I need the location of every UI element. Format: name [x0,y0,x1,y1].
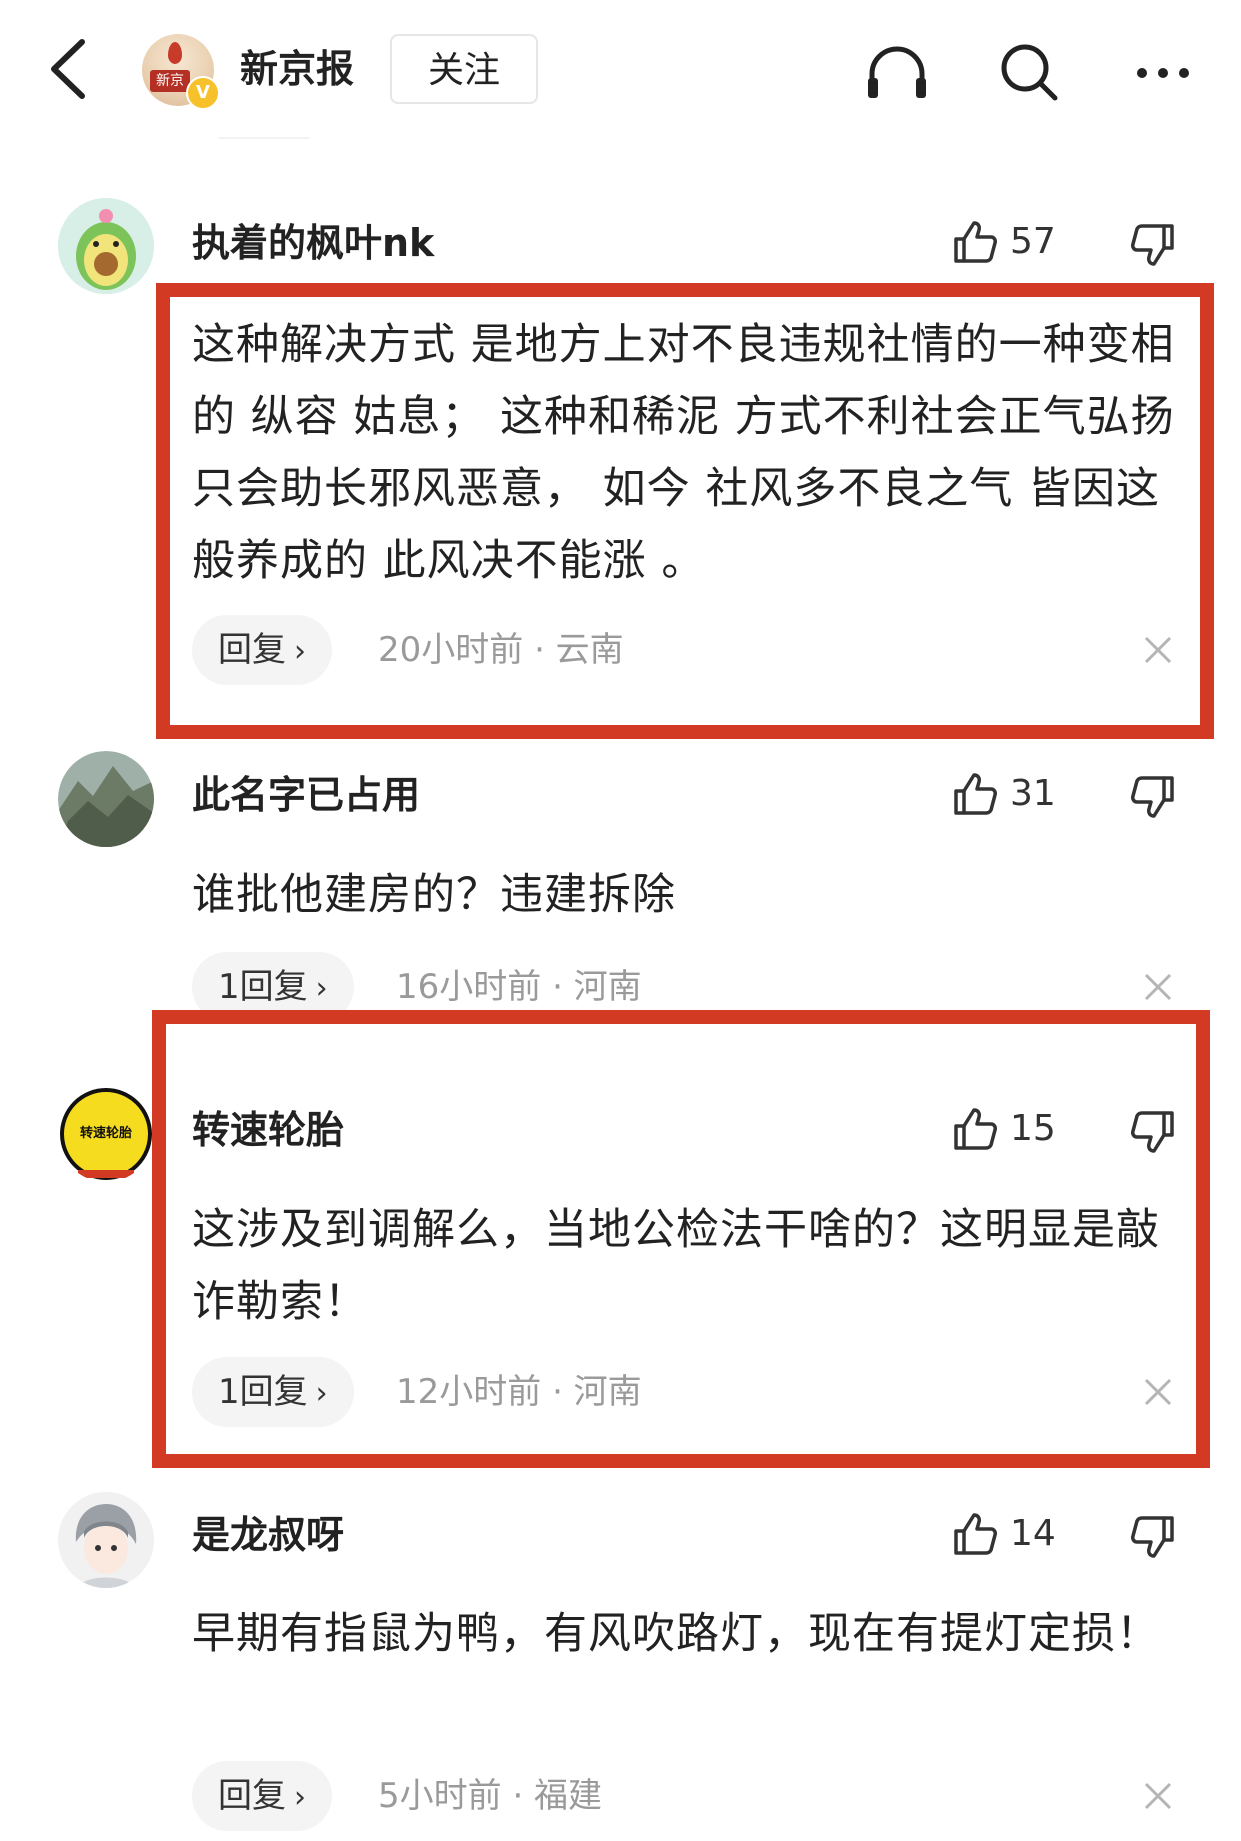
chevron-right-icon: › [294,634,306,669]
search-icon[interactable] [995,38,1065,108]
like-count: 57 [1010,221,1056,262]
reply-button[interactable]: 回复 › [192,1761,332,1831]
reply-label: 1回复 [218,1372,308,1412]
like-icon[interactable] [950,217,1000,267]
comment-meta: 5小时前 · 福建 [378,1776,603,1816]
comment-text: 早期有指鼠为鸭，有风吹路灯，现在有提灯定损！ [192,1609,1160,1659]
avatar[interactable] [58,751,154,847]
comment-meta: 12小时前 · 河南 [396,1372,642,1412]
flame-logo-icon [168,42,182,64]
more-icon[interactable] [1128,38,1198,108]
like-icon[interactable] [950,1104,1000,1154]
comment-item: 执着的枫叶nk 57 这种解决方式 是地方上对不良违规社情的一种变相的 纵容 姑… [0,195,1241,715]
channel-avatar[interactable]: 新京 V [142,34,220,110]
comment-username[interactable]: 执着的枫叶nk [192,218,434,268]
comment-text: 谁批他建房的？违建拆除 [192,870,676,920]
reply-button[interactable]: 1回复 › [192,1357,354,1427]
back-icon[interactable] [42,34,102,104]
avatar[interactable] [58,198,154,294]
reply-label: 回复 [218,1776,286,1816]
top-bar: 新京 V 新京报 关注 [0,0,1241,140]
comment-item: 此名字已占用 31 谁批他建房的？违建拆除 1回复 › 16小时前 · 河南 [0,747,1241,1047]
chevron-right-icon: › [294,1780,306,1815]
close-icon[interactable] [1142,634,1174,666]
channel-avatar-text: 新京 [150,70,190,92]
reply-button[interactable]: 1回复 › [192,952,354,1022]
like-icon[interactable] [950,1509,1000,1559]
dislike-icon[interactable] [1128,220,1178,270]
comment-text: 这涉及到调解么，当地公检法干啥的？这明显是敲诈勒索！ [192,1205,1160,1327]
like-count: 31 [1010,773,1056,814]
like-icon[interactable] [950,769,1000,819]
divider [218,137,310,139]
channel-name[interactable]: 新京报 [240,42,354,96]
chevron-right-icon: › [315,1376,328,1411]
comment-text: 这种解决方式 是地方上对不良违规社情的一种变相的 纵容 姑息； 这种和稀泥 方式… [192,320,1175,586]
close-icon[interactable] [1142,1376,1174,1408]
chevron-right-icon: › [315,971,328,1006]
comment-meta: 16小时前 · 河南 [396,967,642,1007]
vip-badge-icon: V [186,76,220,110]
reply-label: 1回复 [218,967,308,1007]
avatar[interactable]: 转速轮胎 [58,1086,154,1182]
close-icon[interactable] [1142,1780,1174,1812]
avatar-text: 转速轮胎 [79,1126,132,1141]
comment-item: 是龙叔呀 14 早期有指鼠为鸭，有风吹路灯，现在有提灯定损！ 回复 › 5小时前 … [0,1490,1241,1841]
like-count: 15 [1010,1108,1056,1149]
like-count: 14 [1010,1513,1056,1554]
close-icon[interactable] [1142,971,1174,1003]
reply-label: 回复 [218,630,286,670]
dislike-icon[interactable] [1128,1512,1178,1562]
avatar[interactable] [58,1492,154,1588]
comment-username[interactable]: 此名字已占用 [192,770,420,820]
comment-meta: 20小时前 · 云南 [378,630,624,670]
dislike-icon[interactable] [1128,1107,1178,1157]
comment-username[interactable]: 是龙叔呀 [192,1510,344,1560]
follow-button[interactable]: 关注 [390,34,538,104]
comment-item: 转速轮胎 转速轮胎 15 这涉及到调解么，当地公检法干啥的？这明显是敲诈勒索！ … [0,1082,1241,1462]
headphones-icon[interactable] [862,38,932,108]
dislike-icon[interactable] [1128,772,1178,822]
reply-button[interactable]: 回复 › [192,615,332,685]
comment-username[interactable]: 转速轮胎 [192,1105,344,1155]
